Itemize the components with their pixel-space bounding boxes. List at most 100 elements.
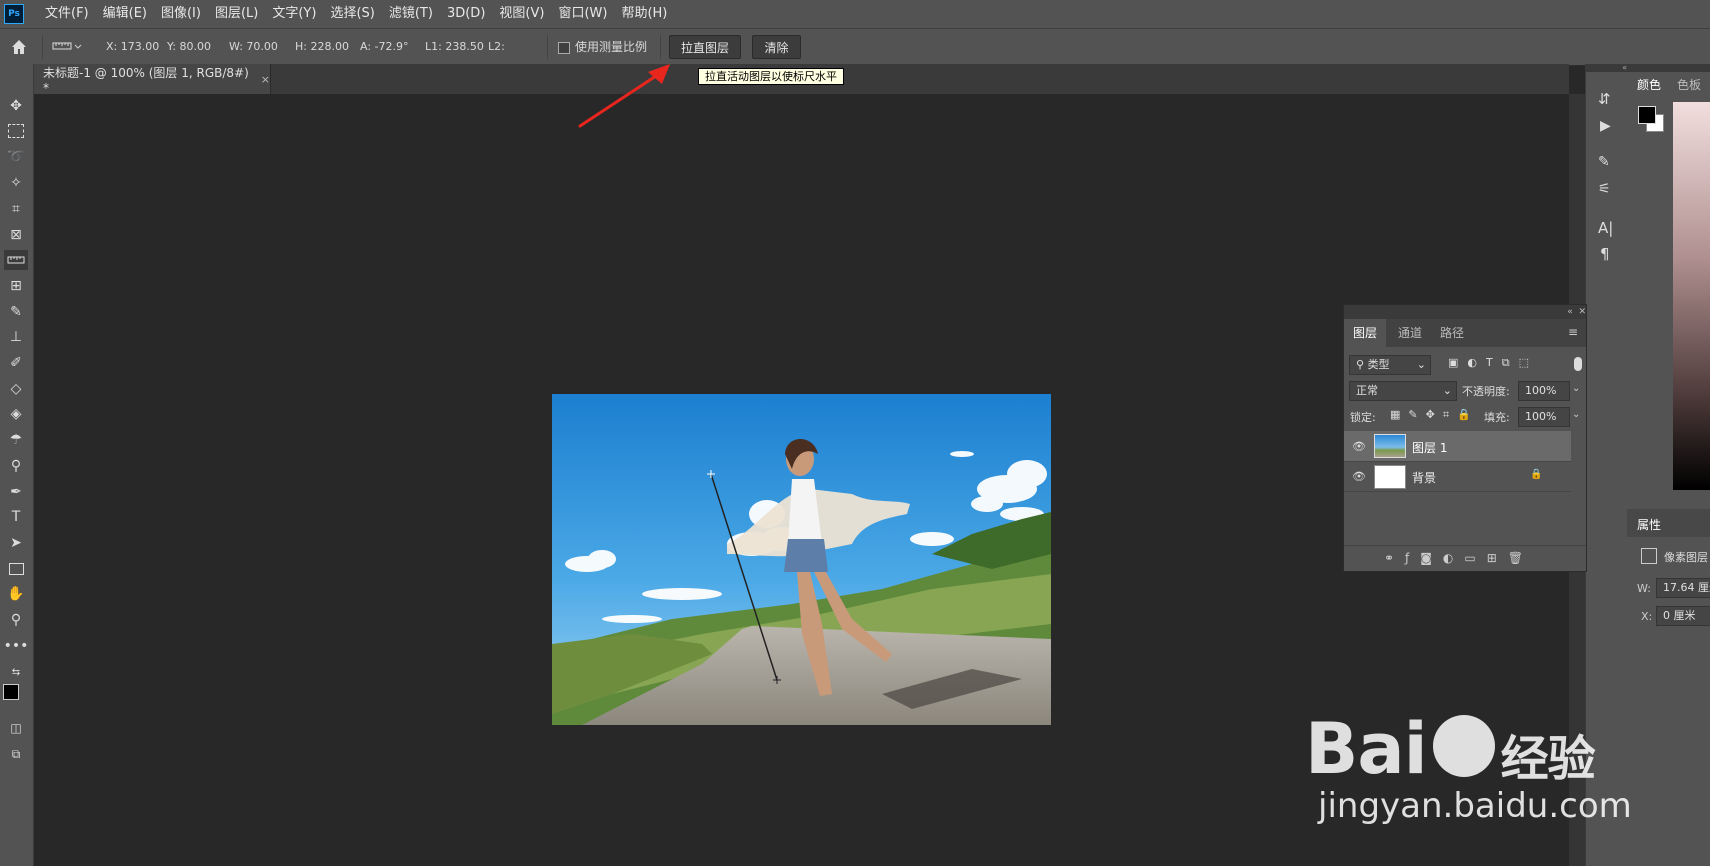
swap-colors-icon[interactable]: ⇆ xyxy=(4,662,28,682)
close-tab-icon[interactable]: × xyxy=(261,73,270,86)
layer-row-background[interactable]: 👁 背景 🔒 xyxy=(1344,461,1571,492)
panel-menu-icon[interactable]: ≡ xyxy=(1568,325,1578,339)
layers-panel-header: « ✕ xyxy=(1344,305,1586,319)
tab-layers[interactable]: 图层 xyxy=(1344,319,1386,347)
layers-footer: ⚭ƒ◙◐▭⊞🗑 xyxy=(1344,545,1586,572)
layer-thumbnail xyxy=(1374,434,1406,458)
clear-button[interactable]: 清除 xyxy=(752,35,801,59)
menu-filter[interactable]: 滤镜(T) xyxy=(382,0,440,28)
straighten-layer-button[interactable]: 拉直图层 xyxy=(669,35,741,59)
screen-mode-icon[interactable]: ⧉ xyxy=(4,744,28,764)
layer-action-icons[interactable]: ⚭ƒ◙◐▭⊞🗑 xyxy=(1384,551,1534,565)
tab-swatches[interactable]: 色板 xyxy=(1677,76,1701,93)
opacity-field[interactable]: 100% xyxy=(1518,381,1570,401)
layer-name[interactable]: 图层 1 xyxy=(1412,439,1447,456)
tab-paths[interactable]: 路径 xyxy=(1432,319,1472,347)
paragraph-panel-icon[interactable]: ¶ xyxy=(1600,245,1610,263)
type-tool-icon[interactable]: T xyxy=(4,507,28,527)
fill-label: 填充: xyxy=(1484,411,1510,424)
menu-view[interactable]: 视图(V) xyxy=(492,0,551,28)
menu-edit[interactable]: 编辑(E) xyxy=(96,0,154,28)
y-readout: Y: 80.00 xyxy=(167,40,211,53)
l2-readout: L2: xyxy=(488,40,505,53)
menu-layer[interactable]: 图层(L) xyxy=(208,0,265,28)
dodge-tool-icon[interactable]: ⚲ xyxy=(4,456,28,476)
path-selection-tool-icon[interactable]: ➤ xyxy=(4,533,28,553)
visibility-eye-icon[interactable]: 👁 xyxy=(1352,470,1366,483)
magic-wand-tool-icon[interactable]: ✧ xyxy=(4,173,28,193)
opacity-label: 不透明度: xyxy=(1462,385,1510,398)
watermark-brand: Bai 经验 xyxy=(1305,708,1596,790)
healing-brush-tool-icon[interactable]: ⊞ xyxy=(4,276,28,296)
brush-tool-icon[interactable]: ✎ xyxy=(4,302,28,322)
layer-row-layer1[interactable]: 👁 图层 1 xyxy=(1344,431,1571,462)
use-measurement-scale-checkbox[interactable] xyxy=(558,29,570,65)
stamp-tool-icon[interactable]: ⊥ xyxy=(4,327,28,347)
menu-type[interactable]: 文字(Y) xyxy=(265,0,323,28)
layers-panel: « ✕ 图层 通道 路径 ≡ ⚲ 类型 ⌄ ▣◐T⧉⬚ 正常 ⌄ 不透明度: 100… xyxy=(1343,304,1587,572)
document-tab-title: 未标题-1 @ 100% (图层 1, RGB/8#) * xyxy=(43,65,249,95)
menu-3d[interactable]: 3D(D) xyxy=(440,0,492,28)
history-panel-icon[interactable]: ⇵ xyxy=(1598,90,1611,108)
foreground-color-swatch[interactable] xyxy=(3,684,19,700)
canvas-photo[interactable] xyxy=(552,394,1051,725)
opacity-dropdown-icon[interactable]: ⌄ xyxy=(1572,383,1580,394)
width-field[interactable]: 17.64 厘米 xyxy=(1656,578,1710,598)
width-label: W: xyxy=(1637,582,1651,595)
move-tool-icon[interactable]: ✥ xyxy=(4,96,28,116)
tab-color[interactable]: 颜色 xyxy=(1637,76,1661,93)
layer-filter-select[interactable]: ⚲ 类型 ⌄ xyxy=(1349,355,1431,375)
ruler-tool-icon[interactable] xyxy=(4,250,28,270)
tab-properties[interactable]: 属性 xyxy=(1637,516,1661,533)
pen-tool-icon[interactable]: ✒ xyxy=(4,482,28,502)
menu-image[interactable]: 图像(I) xyxy=(154,0,208,28)
hand-tool-icon[interactable]: ✋ xyxy=(4,584,28,604)
crop-tool-icon[interactable]: ⌗ xyxy=(4,199,28,219)
zoom-tool-icon[interactable]: ⚲ xyxy=(4,610,28,630)
fill-dropdown-icon[interactable]: ⌄ xyxy=(1572,409,1580,420)
menu-window[interactable]: 窗口(W) xyxy=(551,0,614,28)
rectangle-tool-icon[interactable] xyxy=(4,559,28,579)
annotation-arrow xyxy=(578,64,670,128)
color-picker-field[interactable] xyxy=(1673,102,1710,490)
character-panel-icon[interactable]: A| xyxy=(1598,219,1613,237)
w-readout: W: 70.00 xyxy=(229,40,278,53)
layer-name[interactable]: 背景 xyxy=(1412,469,1436,486)
quick-mask-icon[interactable]: ◫ xyxy=(4,718,28,738)
frame-tool-icon[interactable]: ⊠ xyxy=(4,225,28,245)
marquee-tool-icon[interactable] xyxy=(4,121,28,141)
brush-settings-icon[interactable]: ✎ xyxy=(1598,154,1610,170)
color-foreground-swatch[interactable] xyxy=(1638,106,1656,124)
more-tools-icon[interactable]: ••• xyxy=(4,636,29,656)
actions-play-icon[interactable]: ▶ xyxy=(1600,118,1611,134)
smudge-tool-icon[interactable]: ☂ xyxy=(4,430,28,450)
ruler-tool-preset-icon[interactable] xyxy=(52,29,88,65)
layer-filter-icons[interactable]: ▣◐T⧉⬚ xyxy=(1448,356,1538,370)
home-icon[interactable] xyxy=(10,29,30,65)
menu-select[interactable]: 选择(S) xyxy=(323,0,381,28)
lock-label: 锁定: xyxy=(1350,411,1376,424)
lock-icons[interactable]: ▦✎✥⌗🔒 xyxy=(1390,408,1479,422)
blend-mode-select[interactable]: 正常 ⌄ xyxy=(1349,381,1457,401)
fill-field[interactable]: 100% xyxy=(1518,407,1570,427)
visibility-eye-icon[interactable]: 👁 xyxy=(1352,440,1366,453)
document-tab[interactable]: 未标题-1 @ 100% (图层 1, RGB/8#) * × xyxy=(34,64,271,95)
lasso-tool-icon[interactable]: ➰ xyxy=(4,147,28,167)
adjustments-icon[interactable]: ⚟ xyxy=(1598,181,1611,197)
paint-bucket-tool-icon[interactable]: ◈ xyxy=(4,404,28,424)
watermark-url: jingyan.baidu.com xyxy=(1318,786,1632,826)
filter-toggle-icon[interactable] xyxy=(1574,357,1582,371)
eraser-tool-icon[interactable]: ◇ xyxy=(4,379,28,399)
menu-file[interactable]: 文件(F) xyxy=(38,0,96,28)
x-field[interactable]: 0 厘米 xyxy=(1656,606,1710,626)
straighten-tooltip: 拉直活动图层以使标尺水平 xyxy=(698,68,844,85)
options-bar: X: 173.00 Y: 80.00 W: 70.00 H: 228.00 A:… xyxy=(0,28,1710,66)
angle-readout: A: -72.9° xyxy=(360,40,409,53)
history-brush-tool-icon[interactable]: ✐ xyxy=(4,353,28,373)
x-label: X: xyxy=(1641,610,1653,623)
tab-channels[interactable]: 通道 xyxy=(1390,319,1430,347)
photoshop-logo: Ps xyxy=(4,4,24,24)
pixel-layer-icon xyxy=(1641,548,1657,564)
menu-help[interactable]: 帮助(H) xyxy=(614,0,674,28)
menu-bar: Ps 文件(F) 编辑(E) 图像(I) 图层(L) 文字(Y) 选择(S) 滤… xyxy=(0,0,1710,28)
